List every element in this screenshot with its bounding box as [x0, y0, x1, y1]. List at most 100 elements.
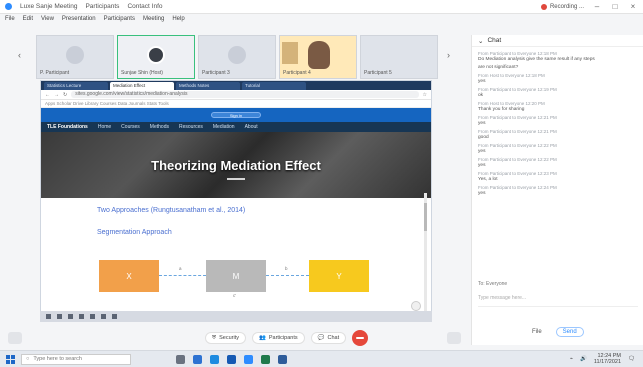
participant-tile-active[interactable]: Sunjae Shin (Host) — [117, 35, 195, 79]
search-icon: ○ — [26, 356, 30, 362]
taskbar-search[interactable]: ○ Type here to search — [21, 353, 131, 365]
site-banner: Sign in — [41, 108, 431, 122]
chat-icon: 💬 — [317, 335, 325, 341]
chevron-down-icon[interactable]: ⌄ — [478, 37, 483, 45]
minimize-icon[interactable]: – — [592, 2, 602, 11]
url-field[interactable]: sites.google.com/view/statistics/mediati… — [71, 91, 419, 98]
menu-view[interactable]: View — [41, 16, 54, 22]
site-nav-item[interactable]: Resources — [179, 124, 203, 130]
strip-prev-icon[interactable]: ‹ — [18, 50, 25, 62]
panel-toggle-left[interactable] — [8, 332, 22, 344]
chat-messages: From Participant to Everyone 12:18 PM Do … — [472, 47, 643, 203]
browser-tab[interactable]: Methods Notes — [176, 82, 240, 90]
menu-presentation[interactable]: Presentation — [62, 16, 96, 22]
banner-button[interactable]: Sign in — [211, 112, 261, 118]
chat-header: ⌄ Chat — [472, 35, 643, 47]
shared-app-icon — [79, 314, 84, 319]
leave-button[interactable] — [352, 330, 369, 346]
shared-taskbar — [40, 311, 432, 322]
menu-edit[interactable]: Edit — [23, 16, 33, 22]
edge-icon[interactable] — [193, 354, 202, 364]
chat-footer: File Send — [532, 327, 584, 337]
system-tray: ⌁ 🔊 12:24 PM 11/17/2021 🗨 — [570, 353, 643, 365]
store-icon[interactable] — [210, 354, 219, 364]
menu-file[interactable]: File — [5, 16, 15, 22]
zoom-window: Luxe Sanje Meeting Participants Contact … — [0, 0, 643, 367]
avatar — [147, 46, 165, 64]
site-nav-item[interactable]: Methods — [150, 124, 169, 130]
browser-tab[interactable]: Statistics Lecture — [44, 82, 108, 90]
participant-tile[interactable]: Participant 5 — [360, 35, 438, 79]
excel-icon[interactable] — [261, 354, 270, 364]
chat-message: From Participant to Everyone 12:23 PM Yes… — [478, 171, 557, 182]
page-scrollbar[interactable] — [424, 193, 427, 313]
close-icon[interactable]: × — [628, 2, 638, 11]
scroll-top-button[interactable] — [411, 301, 421, 311]
task-view-icon[interactable] — [176, 354, 185, 364]
menu-bar: File Edit View Presentation Participants… — [0, 14, 470, 24]
site-nav-item[interactable]: Home — [98, 124, 111, 130]
browser-tab[interactable]: Tutorial — [242, 82, 306, 90]
panel-toggle-right[interactable] — [447, 332, 461, 344]
chat-button[interactable]: 💬 Chat — [310, 332, 347, 344]
shared-screen: Statistics Lecture Mediation Effect Meth… — [40, 80, 432, 322]
menu-participants[interactable]: Participants — [104, 16, 135, 22]
recording-indicator[interactable]: Recording ... — [540, 3, 584, 10]
title-tab-1[interactable]: Luxe Sanje Meeting — [20, 3, 77, 10]
clock[interactable]: 12:24 PM 11/17/2021 — [594, 353, 621, 365]
page-title: Theorizing Mediation Effect — [151, 157, 321, 173]
zoom-logo-icon — [5, 3, 12, 10]
participant-tile-camera[interactable]: Participant 4 — [279, 35, 357, 79]
windows-start-icon[interactable] — [6, 354, 15, 364]
strip-next-icon[interactable]: › — [447, 50, 454, 62]
video-strip: P. Participant Sunjae Shin (Host) Partic… — [36, 35, 441, 79]
chat-message: From Host to Everyone 12:18 PM yes — [478, 73, 545, 84]
camera-video — [308, 41, 330, 69]
avatar — [228, 46, 246, 64]
participants-button[interactable]: 👥 Participants — [252, 332, 305, 344]
hero-banner: Theorizing Mediation Effect — [41, 132, 431, 198]
site-brand[interactable]: TLE Foundations — [47, 124, 88, 130]
chat-message: From Participant to Everyone 12:22 PM yes — [478, 157, 557, 168]
notification-icon[interactable]: 🗨 — [628, 356, 635, 362]
volume-icon[interactable]: 🔊 — [580, 356, 587, 362]
subsection-heading[interactable]: Segmentation Approach — [97, 229, 172, 236]
shared-app-icon — [101, 314, 106, 319]
participant-tile[interactable]: P. Participant — [36, 35, 114, 79]
scroll-thumb[interactable] — [424, 203, 427, 231]
send-button[interactable]: Send — [555, 327, 584, 337]
back-icon[interactable]: ← — [45, 92, 50, 98]
zoom-app-icon[interactable] — [244, 354, 253, 364]
shared-app-icon — [68, 314, 73, 319]
explorer-icon[interactable] — [227, 354, 236, 364]
path-label-a: a — [179, 266, 182, 271]
chat-input[interactable]: Type message here... — [478, 295, 638, 307]
reload-icon[interactable]: ↻ — [63, 92, 67, 98]
forward-icon[interactable]: → — [54, 92, 59, 98]
site-nav-item[interactable]: Courses — [121, 124, 140, 130]
network-icon[interactable]: ⌁ — [570, 356, 573, 362]
site-nav-item[interactable]: Mediation — [213, 124, 235, 130]
title-bar: Luxe Sanje Meeting Participants Contact … — [0, 0, 643, 14]
shared-start-icon — [46, 314, 51, 319]
chat-recipient-select[interactable]: To: Everyone — [478, 281, 507, 287]
browser-tab-active[interactable]: Mediation Effect — [110, 82, 174, 90]
path-arrow-a — [159, 275, 206, 276]
site-nav-item[interactable]: About — [245, 124, 258, 130]
file-button[interactable]: File — [532, 329, 542, 335]
word-icon[interactable] — [278, 354, 287, 364]
menu-meeting[interactable]: Meeting — [143, 16, 164, 22]
people-icon: 👥 — [259, 335, 266, 341]
chat-message: From Participant to Everyone 12:24 PM yes — [478, 185, 557, 196]
maximize-icon[interactable]: □ — [610, 2, 620, 11]
address-bar: ← → ↻ sites.google.com/view/statistics/m… — [41, 90, 431, 100]
pinned-apps — [176, 354, 287, 364]
bookmarks-bar[interactable]: Apps Scholar Drive Library Courses Data … — [41, 100, 431, 108]
menu-help[interactable]: Help — [172, 16, 184, 22]
chat-message: are not significant? — [478, 65, 519, 70]
title-tab-2[interactable]: Participants — [85, 3, 119, 10]
title-tab-3[interactable]: Contact Info — [127, 3, 162, 10]
participant-tile[interactable]: Participant 3 — [198, 35, 276, 79]
star-icon[interactable]: ☆ — [423, 92, 427, 98]
security-button[interactable]: ⛨ Security — [205, 332, 247, 344]
